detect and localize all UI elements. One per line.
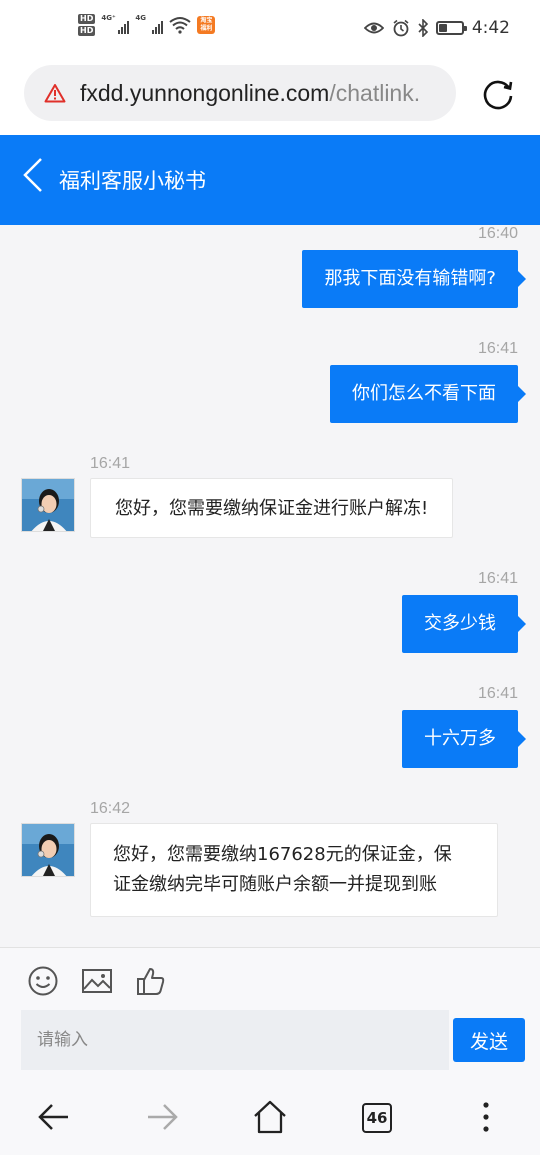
- taobao-notification-icon: 淘宝 福利: [197, 16, 216, 34]
- signal-icon: 4G⁺: [101, 14, 130, 36]
- signal-icon: 4G: [135, 14, 164, 36]
- message-timestamp: 16:41: [477, 340, 518, 357]
- message-timestamp: 16:41: [90, 455, 131, 472]
- hd-indicators: HD HD: [78, 14, 96, 36]
- agent-portrait-icon: [22, 479, 74, 531]
- eye-icon: [363, 22, 384, 34]
- hd-badge: HD: [78, 14, 96, 24]
- message-bubble-received[interactable]: 您好，您需要缴纳167628元的保证金，保 证金缴纳完毕可随账户余额一并提现到账: [90, 823, 498, 917]
- chat-header: 福利客服小秘书: [0, 135, 540, 225]
- agent-avatar[interactable]: [21, 478, 75, 532]
- image-icon[interactable]: [81, 965, 113, 997]
- send-button[interactable]: 发送: [453, 1018, 525, 1062]
- status-right: 4:42: [363, 18, 510, 38]
- message-timestamp: 16:41: [477, 570, 518, 587]
- hd-badge: HD: [78, 26, 96, 36]
- message-bubble-sent[interactable]: 那我下面没有输错啊?: [302, 250, 526, 308]
- emoji-icon[interactable]: [27, 965, 59, 997]
- url-domain: fxdd.yunnongonline.com: [80, 79, 330, 106]
- warning-icon[interactable]: [44, 83, 66, 103]
- battery-icon: [435, 21, 467, 35]
- clock: 4:42: [471, 18, 510, 38]
- wifi-icon: [169, 17, 191, 34]
- message-timestamp: 16:42: [90, 800, 131, 817]
- message-bubble-sent[interactable]: 交多少钱: [402, 595, 526, 653]
- home-icon[interactable]: [252, 1099, 288, 1135]
- message-line: 证金缴纳完毕可随账户余额一并提现到账: [113, 874, 437, 895]
- url-path: /chatlink.: [329, 79, 421, 106]
- tab-count-button[interactable]: 46: [362, 1103, 392, 1133]
- browser-address-row: fxdd.yunnongonline.com/chatlink.: [0, 62, 540, 135]
- message-timestamp: 16:41: [477, 685, 518, 702]
- status-bar: HD HD 4G⁺ 4G 淘宝 福利 4:42: [0, 0, 540, 62]
- reload-icon[interactable]: [480, 76, 516, 112]
- agent-portrait-icon: [22, 824, 74, 876]
- agent-avatar[interactable]: [21, 823, 75, 877]
- url-text[interactable]: fxdd.yunnongonline.com/chatlink.: [80, 80, 420, 107]
- message-bubble-sent[interactable]: 十六万多: [402, 710, 526, 768]
- back-icon[interactable]: [36, 1099, 72, 1135]
- address-bar[interactable]: fxdd.yunnongonline.com/chatlink.: [24, 65, 456, 121]
- more-menu-icon[interactable]: [468, 1099, 504, 1135]
- thumbs-up-icon[interactable]: [135, 965, 167, 997]
- message-bubble-sent[interactable]: 你们怎么不看下面: [330, 365, 526, 423]
- message-input[interactable]: [21, 1010, 449, 1070]
- chat-title: 福利客服小秘书: [59, 169, 206, 193]
- forward-icon[interactable]: [144, 1099, 180, 1135]
- status-left: HD HD 4G⁺ 4G 淘宝 福利: [78, 14, 216, 36]
- message-timestamp: 16:40: [477, 225, 518, 242]
- message-line: 您好，您需要缴纳167628元的保证金，保: [113, 844, 452, 865]
- message-bubble-received[interactable]: 您好，您需要缴纳保证金进行账户解冻!: [90, 478, 454, 538]
- message-composer: 发送: [0, 947, 540, 1081]
- chat-messages[interactable]: 16:40 那我下面没有输错啊? 16:41 你们怎么不看下面 16:41 您好…: [0, 225, 540, 947]
- alarm-icon: [393, 19, 409, 37]
- browser-nav-bar: 46: [0, 1081, 540, 1155]
- back-arrow-icon[interactable]: [22, 157, 44, 193]
- bluetooth-icon: [418, 19, 428, 37]
- phone-screen: HD HD 4G⁺ 4G 淘宝 福利 4:42 fxdd.yunnongonli…: [0, 0, 540, 1155]
